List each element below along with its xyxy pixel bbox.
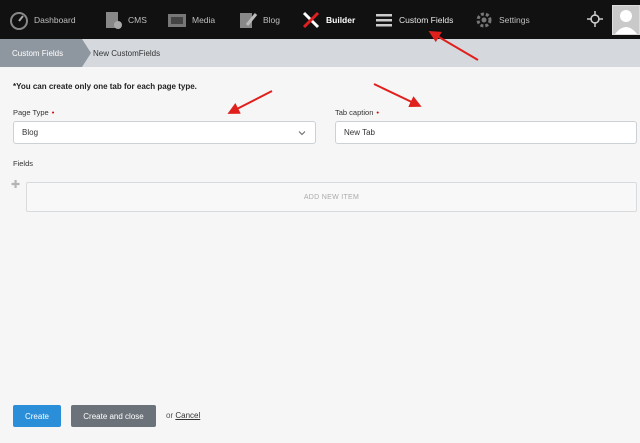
nav-dashboard[interactable]: Dashboard bbox=[9, 0, 76, 39]
create-button[interactable]: Create bbox=[13, 405, 61, 427]
media-icon bbox=[167, 10, 187, 30]
nav-custom-fields[interactable]: Custom Fields bbox=[374, 0, 453, 39]
breadcrumb-separator bbox=[82, 39, 91, 67]
builder-icon bbox=[301, 10, 321, 30]
tab-caption-label: Tab caption • bbox=[335, 108, 379, 117]
cms-icon bbox=[103, 10, 123, 30]
plus-icon[interactable]: ✚ bbox=[11, 178, 20, 191]
add-new-item-button[interactable]: ADD NEW ITEM bbox=[26, 182, 637, 212]
user-avatar[interactable] bbox=[612, 5, 640, 35]
annotation-arrow-tab-caption bbox=[373, 83, 422, 107]
nav-builder[interactable]: Builder bbox=[301, 0, 355, 39]
page-type-label-text: Page Type bbox=[13, 108, 49, 117]
cancel-group: or Cancel bbox=[166, 411, 200, 420]
nav-media-label: Media bbox=[192, 14, 216, 25]
nav-dashboard-label: Dashboard bbox=[34, 14, 76, 25]
nav-builder-label: Builder bbox=[326, 14, 356, 25]
nav-settings-label: Settings bbox=[499, 14, 530, 25]
crosshair-icon[interactable] bbox=[587, 11, 603, 27]
cancel-link[interactable]: Cancel bbox=[175, 411, 200, 420]
required-marker: • bbox=[51, 108, 55, 117]
create-and-close-button[interactable]: Create and close bbox=[71, 405, 156, 427]
tab-caption-label-text: Tab caption bbox=[335, 108, 374, 117]
nav-cms-label: CMS bbox=[128, 14, 147, 25]
fields-label: Fields bbox=[13, 159, 34, 168]
chevron-down-icon bbox=[298, 131, 306, 136]
page-type-label: Page Type • bbox=[13, 108, 54, 117]
tab-caption-input[interactable]: New Tab bbox=[335, 121, 637, 144]
or-text: or bbox=[166, 411, 174, 420]
page-type-select[interactable]: Blog bbox=[13, 121, 316, 144]
breadcrumb-custom-fields[interactable]: Custom Fields bbox=[0, 39, 82, 67]
nav-blog[interactable]: Blog bbox=[238, 0, 280, 39]
breadcrumb: Custom Fields New CustomFields bbox=[0, 39, 640, 67]
tab-caption-value: New Tab bbox=[344, 128, 375, 137]
menu-icon bbox=[374, 10, 394, 30]
nav-blog-label: Blog bbox=[263, 14, 281, 25]
required-marker: • bbox=[376, 108, 380, 117]
top-navigation-bar: Dashboard CMS Media Blog Builder Custom … bbox=[0, 0, 640, 39]
annotation-arrow-page-type bbox=[227, 90, 273, 114]
nav-settings[interactable]: Settings bbox=[474, 0, 530, 39]
blog-icon bbox=[238, 10, 258, 30]
dashboard-icon bbox=[9, 10, 29, 30]
breadcrumb-current: New CustomFields bbox=[93, 48, 161, 58]
page-type-value: Blog bbox=[22, 128, 39, 137]
nav-custom-fields-label: Custom Fields bbox=[399, 14, 454, 25]
gear-icon bbox=[474, 10, 494, 30]
page-type-note: *You can create only one tab for each pa… bbox=[13, 82, 197, 91]
nav-media[interactable]: Media bbox=[167, 0, 215, 39]
nav-cms[interactable]: CMS bbox=[103, 0, 147, 39]
